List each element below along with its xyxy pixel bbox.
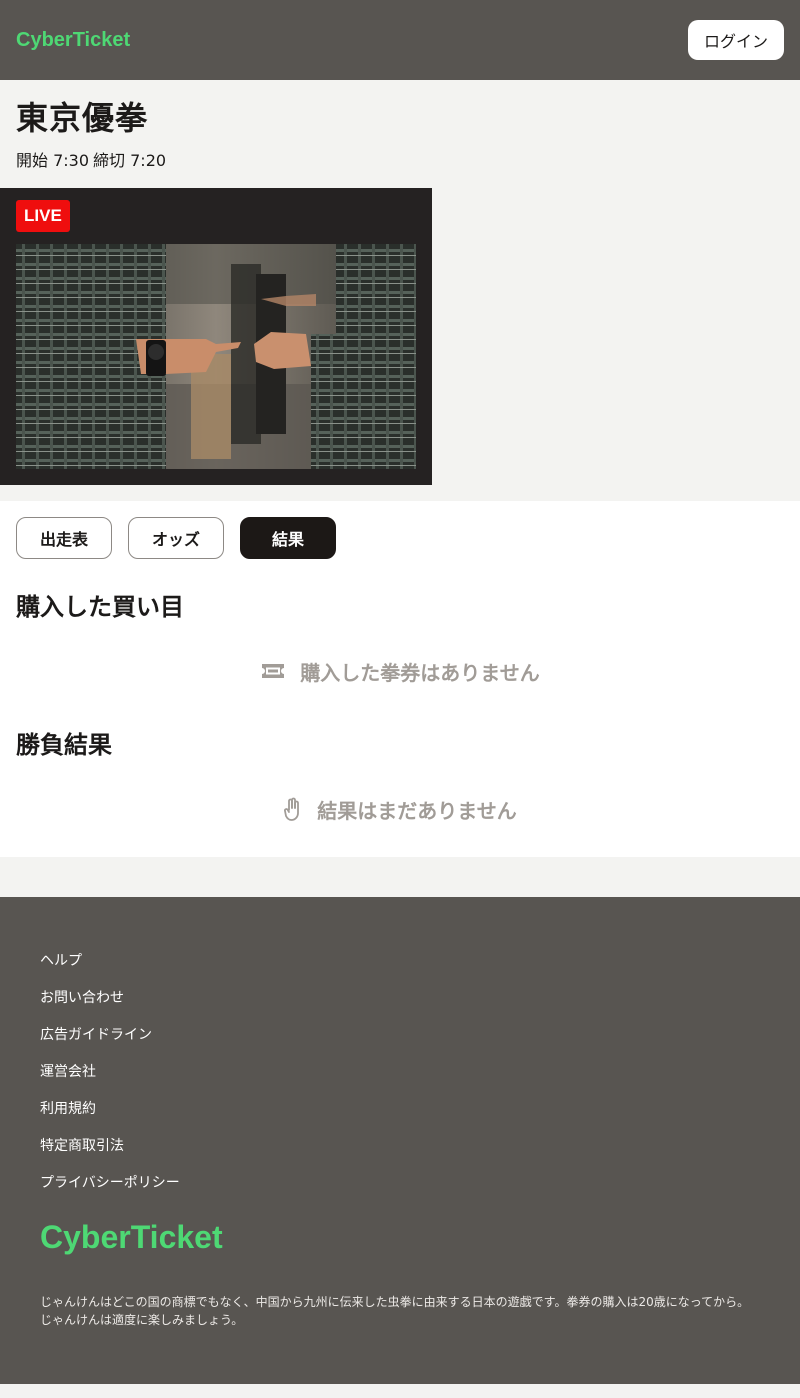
- race-tabs: 出走表 オッズ 結果: [16, 517, 784, 559]
- purchased-title: 購入した買い目: [16, 593, 184, 621]
- footer-link-terms[interactable]: 利用規約: [40, 1101, 96, 1117]
- footer-link-commerce-law[interactable]: 特定商取引法: [40, 1138, 124, 1154]
- race-title: 東京優拳: [16, 99, 149, 137]
- purchased-empty-text: 購入した拳券はありません: [300, 660, 540, 685]
- race-times: 開始 7:30 締切 7:20: [16, 150, 784, 172]
- tab-entries[interactable]: 出走表: [16, 517, 112, 559]
- results-content: 出走表 オッズ 結果 購入した買い目 購入した拳券はありません 勝負結果 結果は…: [0, 501, 800, 857]
- start-time: 開始 7:30: [16, 151, 90, 170]
- results-title: 勝負結果: [16, 731, 112, 759]
- brand-logo[interactable]: CyberTicket: [16, 29, 130, 52]
- race-header: 東京優拳 開始 7:30 締切 7:20: [0, 80, 800, 172]
- tab-odds[interactable]: オッズ: [128, 517, 224, 559]
- results-empty-state: 結果はまだありません: [16, 791, 784, 827]
- close-time: 締切 7:20: [93, 151, 167, 170]
- site-header: CyberTicket ログイン: [0, 0, 800, 80]
- results-empty-text: 結果はまだありません: [317, 798, 517, 823]
- site-footer: ヘルプ お問い合わせ 広告ガイドライン 運営会社 利用規約 特定商取引法 プライ…: [0, 897, 800, 1384]
- login-button[interactable]: ログイン: [687, 20, 784, 60]
- footer-link-help[interactable]: ヘルプ: [40, 953, 82, 969]
- footer-brand-logo[interactable]: CyberTicket: [40, 1217, 760, 1257]
- hand-icon: [283, 797, 303, 821]
- footer-link-privacy[interactable]: プライバシーポリシー: [40, 1175, 180, 1191]
- footer-link-contact[interactable]: お問い合わせ: [40, 990, 124, 1006]
- footer-link-company[interactable]: 運営会社: [40, 1064, 96, 1080]
- live-video[interactable]: [16, 244, 416, 469]
- live-stream-panel: LIVE: [0, 188, 432, 485]
- live-badge: LIVE: [16, 200, 70, 232]
- footer-link-ad-guidelines[interactable]: 広告ガイドライン: [40, 1027, 152, 1043]
- footer-links: ヘルプ お問い合わせ 広告ガイドライン 運営会社 利用規約 特定商取引法 プライ…: [40, 951, 760, 1193]
- footer-disclaimer: じゃんけんはどこの国の商標でもなく、中国から九州に伝来した虫拳に由来する日本の遊…: [40, 1295, 750, 1327]
- purchased-empty-state: 購入した拳券はありません: [16, 653, 784, 689]
- ticket-icon: [260, 662, 286, 680]
- tab-results[interactable]: 結果: [240, 517, 336, 559]
